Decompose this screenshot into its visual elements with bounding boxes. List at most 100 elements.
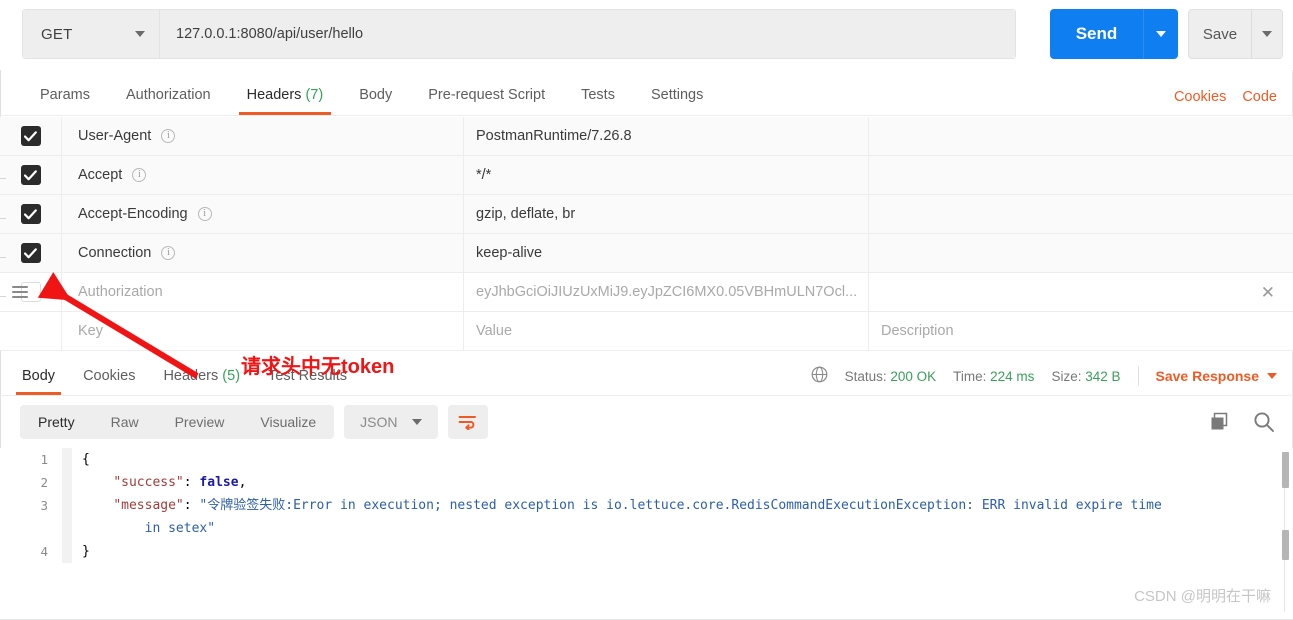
- header-key-cell[interactable]: User-Agent i: [62, 117, 464, 155]
- tab-tests[interactable]: Tests: [563, 87, 633, 115]
- size-block: Size: 342 B: [1051, 369, 1120, 384]
- view-mode-raw[interactable]: Raw: [93, 405, 157, 439]
- tab-params[interactable]: Params: [22, 87, 108, 115]
- status-block: Status: 200 OK: [845, 369, 937, 384]
- chevron-down-icon: [135, 31, 145, 37]
- header-value-cell[interactable]: */*: [464, 156, 869, 194]
- code-line-text: {: [82, 452, 90, 467]
- tab-count: (7): [305, 87, 324, 103]
- line-number: 1: [40, 452, 48, 467]
- time-block: Time: 224 ms: [953, 369, 1034, 384]
- code-link[interactable]: Code: [1242, 89, 1277, 105]
- header-description-cell[interactable]: [869, 156, 1293, 194]
- save-response-button[interactable]: Save Response: [1156, 368, 1260, 384]
- info-icon[interactable]: i: [161, 129, 176, 143]
- response-view-modes: Pretty Raw Preview Visualize: [20, 405, 335, 439]
- response-body-viewer[interactable]: 1 { 2 "success": false, 3 "message": "令牌…: [0, 448, 1293, 620]
- description-placeholder: Description: [881, 323, 954, 339]
- response-tabs: Body Cookies Headers (5) Test Results St…: [0, 352, 1293, 396]
- close-icon[interactable]: ✕: [1261, 284, 1275, 301]
- save-button-label: Save: [1189, 10, 1252, 58]
- new-header-key-input[interactable]: Key: [62, 312, 464, 350]
- code-line-text: "success": false,: [113, 475, 247, 490]
- tab-authorization[interactable]: Authorization: [108, 87, 229, 115]
- pane-tick: [0, 218, 6, 219]
- header-key-cell[interactable]: Connection i: [62, 234, 464, 272]
- header-description-cell[interactable]: [869, 117, 1293, 155]
- cookies-link[interactable]: Cookies: [1174, 89, 1226, 105]
- tab-pre-request-script[interactable]: Pre-request Script: [410, 87, 563, 115]
- header-key-cell[interactable]: Accept i: [62, 156, 464, 194]
- header-value-cell[interactable]: gzip, deflate, br: [464, 195, 869, 233]
- tab-headers[interactable]: Headers (7): [229, 87, 342, 115]
- save-options-button[interactable]: [1252, 10, 1282, 58]
- search-icon[interactable]: [1253, 411, 1275, 433]
- header-description-cell[interactable]: [869, 234, 1293, 272]
- header-key-cell[interactable]: Authorization: [62, 273, 464, 311]
- send-button[interactable]: Send: [1050, 9, 1178, 59]
- header-description-cell[interactable]: [869, 195, 1293, 233]
- code-line: 2 "success": false,: [0, 471, 1293, 494]
- tab-body[interactable]: Body: [341, 87, 410, 115]
- checkbox-checked[interactable]: [20, 165, 41, 185]
- time-value: 224 ms: [990, 368, 1035, 384]
- info-icon[interactable]: i: [197, 207, 212, 221]
- status-value: 200 OK: [890, 368, 937, 384]
- response-tab-cookies[interactable]: Cookies: [69, 368, 149, 395]
- code-line-text: in setex": [144, 521, 216, 536]
- save-button[interactable]: Save: [1188, 9, 1283, 59]
- response-tab-headers[interactable]: Headers (5): [149, 368, 254, 395]
- line-number: 2: [40, 475, 48, 490]
- tab-label: Tests: [581, 87, 615, 103]
- header-value-cell[interactable]: eyJhbGciOiJIUzUxMiJ9.eyJpZCI6MX0.05VBHmU…: [464, 273, 869, 311]
- vertical-scrollbar-thumb-secondary[interactable]: [1282, 530, 1289, 560]
- header-key-cell[interactable]: Accept-Encoding i: [62, 195, 464, 233]
- code-line: 1 {: [0, 448, 1293, 471]
- response-format-selector[interactable]: JSON: [344, 405, 438, 439]
- url-input[interactable]: 127.0.0.1:8080/api/user/hello: [160, 10, 1015, 58]
- response-toolbar: Pretty Raw Preview Visualize JSON: [0, 398, 1293, 446]
- view-mode-preview[interactable]: Preview: [157, 405, 243, 439]
- drag-handle-icon[interactable]: [12, 286, 28, 298]
- http-method-label: GET: [41, 25, 73, 43]
- code-line: 4 }: [0, 540, 1293, 563]
- chevron-down-icon[interactable]: [1267, 373, 1277, 379]
- checkbox-checked[interactable]: [20, 243, 41, 263]
- checkbox-checked[interactable]: [20, 204, 41, 224]
- header-key-text: User-Agent: [78, 128, 152, 144]
- view-mode-visualize[interactable]: Visualize: [242, 405, 334, 439]
- header-value-cell[interactable]: keep-alive: [464, 234, 869, 272]
- url-group: GET 127.0.0.1:8080/api/user/hello: [22, 9, 1016, 59]
- send-options-button[interactable]: [1144, 9, 1178, 59]
- header-row-checkbox-cell: [0, 195, 62, 233]
- tab-count: (5): [222, 368, 241, 384]
- header-description-cell[interactable]: ✕: [869, 273, 1293, 311]
- wrap-lines-button[interactable]: [447, 405, 488, 439]
- tab-label: Headers: [163, 368, 219, 384]
- headers-table: User-Agent i PostmanRuntime/7.26.8 Accep…: [0, 117, 1293, 351]
- wrap-lines-icon: [458, 416, 476, 430]
- copy-icon[interactable]: [1210, 412, 1231, 433]
- line-number: 3: [40, 498, 48, 513]
- tab-settings[interactable]: Settings: [633, 87, 721, 115]
- new-header-value-input[interactable]: Value: [464, 312, 869, 350]
- format-label: JSON: [360, 414, 398, 430]
- code-line: 3 "message": "令牌验签失败:Error in execution;…: [0, 494, 1293, 517]
- header-value-cell[interactable]: PostmanRuntime/7.26.8: [464, 117, 869, 155]
- annotation-text: 请求头中无token: [241, 356, 395, 378]
- response-toolbar-actions: [1210, 411, 1275, 433]
- tab-label: Cookies: [83, 368, 136, 384]
- info-icon[interactable]: i: [161, 246, 176, 260]
- info-icon[interactable]: i: [132, 168, 147, 182]
- response-tab-body[interactable]: Body: [8, 368, 69, 395]
- chevron-down-icon: [1156, 31, 1166, 37]
- checkbox-checked[interactable]: [20, 126, 41, 146]
- fold-rail: [62, 448, 72, 471]
- http-method-selector[interactable]: GET: [23, 10, 160, 58]
- view-mode-pretty[interactable]: Pretty: [20, 405, 93, 439]
- new-header-description-input[interactable]: Description: [869, 312, 1293, 350]
- vertical-scrollbar-thumb[interactable]: [1282, 452, 1289, 488]
- tab-label: Body: [359, 87, 393, 103]
- header-row-checkbox-cell: [0, 273, 62, 311]
- tab-label: Body: [22, 368, 56, 384]
